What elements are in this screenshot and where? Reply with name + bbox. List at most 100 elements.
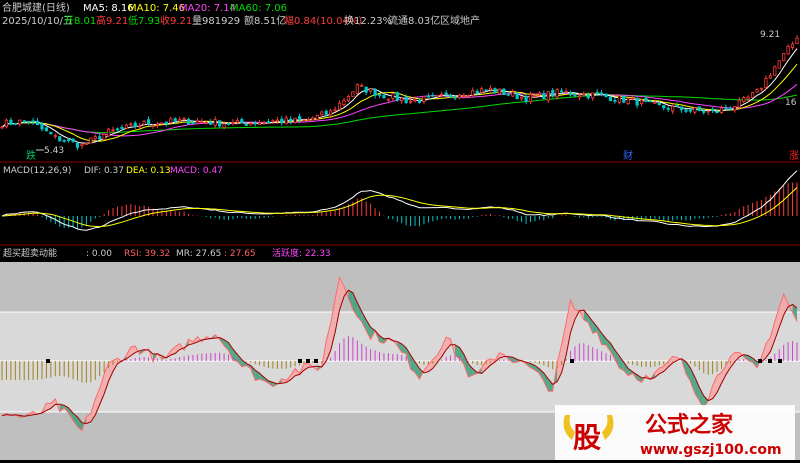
open-label: 开8.01 xyxy=(64,16,96,27)
candle-body xyxy=(129,123,133,126)
candle-body xyxy=(204,122,208,124)
candle-body xyxy=(377,94,382,96)
osc-mr: MR: 27.65 xyxy=(176,249,221,259)
ma10-label: MA10: 7.46 xyxy=(128,3,185,14)
osc-signal-dot xyxy=(306,359,310,363)
candle-body xyxy=(706,110,710,113)
candle-body xyxy=(240,119,244,124)
candle-body xyxy=(369,88,373,92)
low-label: 低7.93 xyxy=(128,14,160,27)
macd-title: MACD(12,26,9) xyxy=(3,166,71,176)
candle-body xyxy=(311,117,315,121)
macd-dif: DIF: 0.37 xyxy=(84,166,124,176)
candle-body xyxy=(413,99,417,102)
candle-body xyxy=(679,106,684,111)
candle-body xyxy=(777,60,781,69)
candle-body xyxy=(0,126,4,129)
candle-body xyxy=(742,97,746,102)
candle-body xyxy=(120,127,124,129)
candle-body xyxy=(409,100,413,103)
candle-body xyxy=(293,117,297,123)
candle-body xyxy=(711,108,715,112)
candle-body xyxy=(395,92,399,101)
candle-body xyxy=(351,91,355,97)
candle-body xyxy=(391,93,395,99)
candle-body xyxy=(98,136,102,140)
candle-body xyxy=(400,97,404,102)
candle-body xyxy=(524,96,528,103)
candle-body xyxy=(617,95,621,103)
candle-body xyxy=(568,92,573,96)
candle-body xyxy=(169,118,173,124)
candle-body xyxy=(475,90,479,94)
candle-body xyxy=(71,138,75,142)
candle-body xyxy=(426,95,430,98)
candle-body xyxy=(453,96,457,99)
candle-body xyxy=(146,119,151,125)
candle-body xyxy=(644,98,648,102)
candle-body xyxy=(626,98,630,104)
candle-body xyxy=(440,93,444,96)
candle-body xyxy=(93,136,97,140)
osc-value: : 0.00 xyxy=(86,249,112,259)
candle-body xyxy=(586,94,590,99)
candle-body xyxy=(257,122,262,126)
candle-body xyxy=(746,96,750,100)
osc-signal-dot xyxy=(314,359,318,363)
ma60-label: MA60: 7.06 xyxy=(230,3,287,14)
candle-body xyxy=(488,87,493,91)
marker-finance: 财 xyxy=(623,149,633,162)
candle-body xyxy=(337,102,342,110)
candle-body xyxy=(164,121,168,125)
marker-drop: 跌 xyxy=(26,149,36,162)
industry-label: 区域地产 xyxy=(440,14,480,27)
candle-body xyxy=(360,85,364,87)
marker-rise: 涨 xyxy=(789,150,799,162)
date-label: 2025/10/10/五 xyxy=(2,16,73,27)
candle-body xyxy=(573,93,577,96)
candle-body xyxy=(235,119,239,123)
candle-body xyxy=(213,119,217,126)
candle-body xyxy=(653,102,657,104)
candle-body xyxy=(84,143,88,145)
osc-title: 超买超卖动能 xyxy=(3,247,57,259)
candle-body xyxy=(564,91,568,93)
candle-body xyxy=(537,92,542,95)
candle-body xyxy=(13,122,17,125)
candle-body xyxy=(133,122,137,128)
candle-body xyxy=(209,121,213,125)
candle-body xyxy=(315,114,319,120)
candle-body xyxy=(231,122,235,125)
candle-body xyxy=(546,91,550,101)
candle-body xyxy=(662,105,666,109)
candle-body xyxy=(422,96,426,102)
candle-body xyxy=(244,124,248,126)
candle-body xyxy=(759,87,764,90)
candle-body xyxy=(533,95,537,98)
candle-body xyxy=(302,119,306,122)
candle-body xyxy=(200,121,204,123)
candle-body xyxy=(342,100,346,106)
candle-body xyxy=(75,142,80,148)
stock-title: 合肥城建(日线) xyxy=(2,1,70,14)
candle-body xyxy=(89,137,93,144)
candle-body xyxy=(271,120,275,123)
macd-value: MACD: 0.47 xyxy=(170,166,223,176)
candle-body xyxy=(782,53,786,62)
candle-body xyxy=(675,105,679,107)
candle-body xyxy=(657,102,661,106)
candle-body xyxy=(733,106,737,111)
candle-body xyxy=(186,119,191,125)
osc-signal-dot xyxy=(778,359,782,363)
candle-body xyxy=(4,119,9,128)
candle-body xyxy=(448,94,453,98)
candle-body xyxy=(102,133,106,140)
osc-active: 活跃度: 22.33 xyxy=(272,247,331,259)
price-high-label: 9.21 xyxy=(760,30,780,40)
candle-body xyxy=(404,96,408,103)
candle-body xyxy=(480,88,484,93)
candle-body xyxy=(386,98,390,101)
candle-body xyxy=(138,125,142,128)
candle-body xyxy=(306,118,311,121)
candle-body xyxy=(182,117,186,120)
